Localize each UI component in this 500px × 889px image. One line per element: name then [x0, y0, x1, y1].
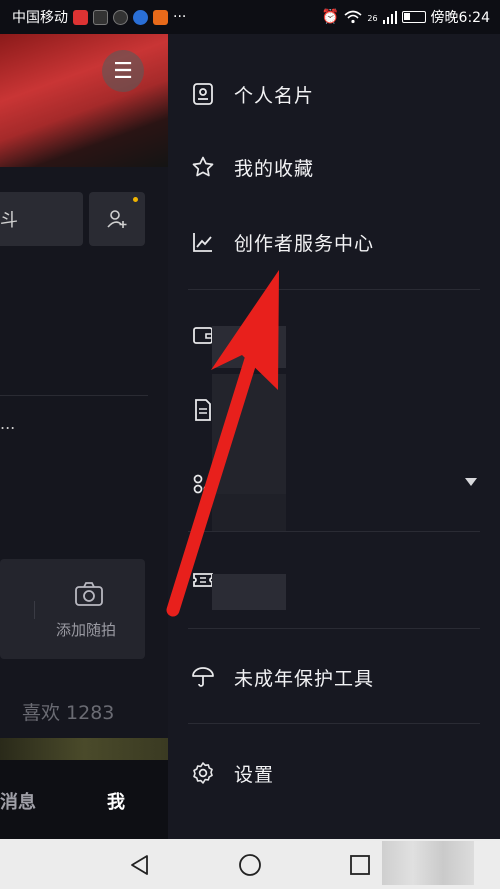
notification-dot — [133, 197, 138, 202]
app-notification-icon — [153, 9, 168, 25]
chevron-down-icon[interactable] — [465, 478, 477, 486]
battery-icon — [401, 11, 426, 23]
edit-profile-label: 斗 — [0, 210, 18, 231]
map-app-icon — [73, 9, 88, 25]
obscured-content — [212, 326, 286, 368]
home-button[interactable] — [236, 851, 264, 879]
obscured-content — [212, 494, 286, 532]
side-drawer: 个人名片 我的收藏 创作者服务中心 未成年保护工具 设置 — [168, 34, 500, 839]
video-thumbnail[interactable] — [0, 738, 168, 760]
camera-icon — [75, 582, 103, 606]
recents-icon — [350, 855, 370, 875]
gear-icon — [190, 760, 216, 786]
tab-messages[interactable]: 消息 — [0, 788, 36, 814]
divider — [0, 395, 148, 396]
alarm-icon: ⏰ — [321, 9, 340, 25]
likes-tab[interactable]: 喜欢 1283 — [22, 698, 114, 725]
signal-icon — [382, 10, 397, 24]
back-button[interactable] — [126, 851, 154, 879]
hamburger-menu-button[interactable]: ☰ — [102, 50, 144, 92]
menu-item-settings[interactable]: 设置 — [168, 745, 500, 801]
carrier-label: 中国移动 — [12, 10, 68, 26]
divider — [188, 531, 480, 532]
wifi-icon — [344, 10, 362, 24]
obscured-content — [212, 574, 286, 610]
kugou-icon — [133, 9, 148, 25]
menu-icon: ☰ — [113, 58, 133, 84]
network-type-label: 26 — [367, 14, 378, 23]
menu-item-label: 设置 — [234, 763, 275, 786]
app-notification-icon — [93, 9, 108, 25]
bottom-tab-bar: 消息 我 — [0, 760, 168, 839]
chart-line-icon — [190, 229, 216, 255]
status-bar: 中国移动 ··· ⏰ 26 傍晚6:24 — [0, 0, 500, 34]
divider — [188, 628, 480, 629]
menu-item-business-card[interactable]: 个人名片 — [168, 66, 500, 122]
truncated-text: ... — [0, 414, 16, 433]
menu-item-label: 个人名片 — [234, 84, 315, 107]
divider — [188, 289, 480, 290]
home-icon — [239, 854, 261, 876]
star-icon — [190, 154, 216, 180]
system-navigation-bar — [0, 839, 500, 889]
menu-item-label: 未成年保护工具 — [234, 667, 375, 690]
add-moment-card[interactable]: 添加随拍 — [0, 559, 145, 659]
divider — [188, 723, 480, 724]
profile-page-background: ☰ 斗 ... 添加随拍 喜欢 1283 消息 我 — [0, 34, 168, 839]
menu-item-label: 我的收藏 — [234, 157, 315, 180]
contact-card-icon — [190, 81, 216, 107]
menu-item-favorites[interactable]: 我的收藏 — [168, 139, 500, 195]
more-notifications-icon: ··· — [173, 9, 187, 25]
back-icon — [131, 855, 148, 875]
add-friend-button[interactable] — [89, 192, 145, 246]
divider — [34, 601, 35, 619]
add-user-icon — [107, 210, 127, 228]
menu-item-minor-protection[interactable]: 未成年保护工具 — [168, 649, 500, 705]
obscured-content — [382, 841, 474, 885]
recents-button[interactable] — [346, 851, 374, 879]
clock-label: 傍晚6:24 — [430, 10, 490, 26]
profile-cover-image — [0, 34, 168, 167]
tab-me[interactable]: 我 — [107, 788, 125, 814]
edit-profile-button[interactable]: 斗 — [0, 192, 83, 246]
menu-item-creator-center[interactable]: 创作者服务中心 — [168, 214, 500, 270]
menu-item-label: 创作者服务中心 — [234, 232, 375, 255]
app-notification-icon — [113, 9, 128, 25]
add-moment-label: 添加随拍 — [56, 621, 117, 639]
umbrella-icon — [190, 664, 216, 690]
